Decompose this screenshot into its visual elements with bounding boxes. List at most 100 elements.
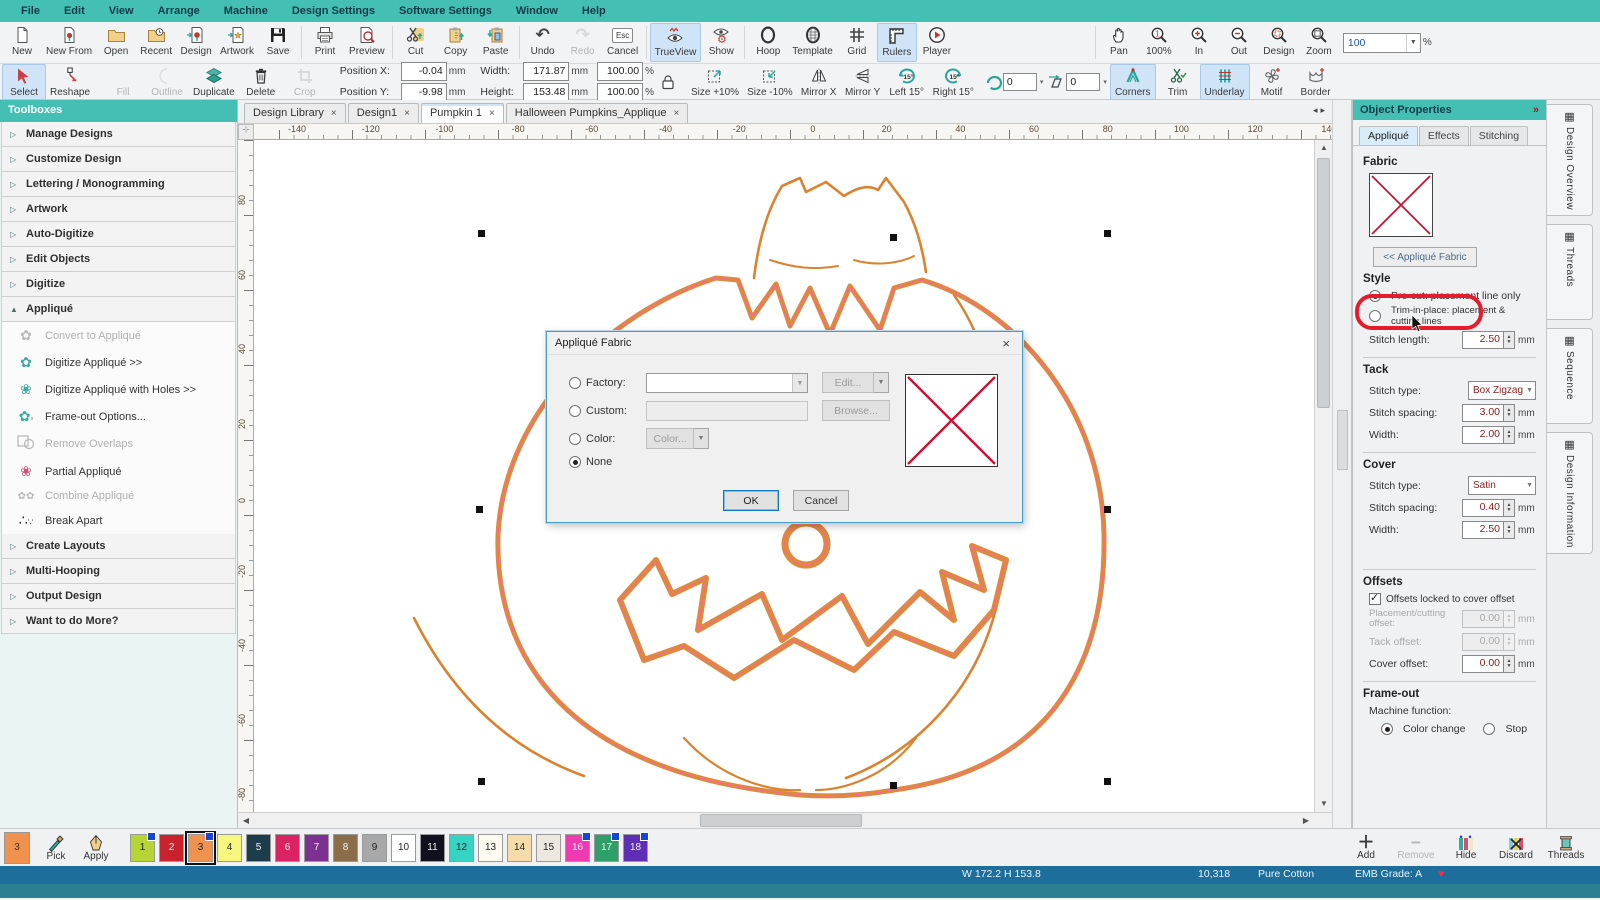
underlay-toggle[interactable]: Underlay xyxy=(1200,64,1250,100)
close-tab-icon[interactable]: × xyxy=(673,108,679,119)
cancel-button[interactable]: Esc Cancel xyxy=(603,23,643,62)
scroll-left-icon[interactable]: ◀ xyxy=(238,813,254,828)
thread-color-swatch[interactable]: 4 xyxy=(217,834,242,862)
cover-offset-field[interactable]: 0.00 xyxy=(1462,655,1504,673)
thread-color-swatch[interactable]: 11 xyxy=(420,834,445,862)
close-tab-icon[interactable]: × xyxy=(331,108,337,119)
thread-color-swatch[interactable]: 9 xyxy=(362,834,387,862)
mirror-x-button[interactable]: Mirror X xyxy=(797,65,841,99)
menu-item[interactable]: Machine xyxy=(213,2,279,20)
sidebar-item-output-design[interactable]: ▷Output Design xyxy=(1,584,236,609)
cover-spacing-field[interactable]: 0.40 xyxy=(1462,499,1504,517)
design-canvas[interactable]: 806040200-20-40-60-80 xyxy=(238,140,1332,812)
selection-handle[interactable] xyxy=(478,778,485,785)
sidebar-item-lettering[interactable]: ▷Lettering / Monogramming xyxy=(1,172,236,197)
selection-handle[interactable] xyxy=(890,234,897,241)
tool-digitize-applique-holes[interactable]: ❀Digitize Appliqué with Holes >> xyxy=(1,376,236,403)
close-tab-icon[interactable]: × xyxy=(489,108,495,119)
height-field[interactable] xyxy=(523,83,569,102)
sidebar-item-applique[interactable]: ▲Appliqué xyxy=(1,297,236,322)
zoom-100-button[interactable]: 1 100% xyxy=(1139,23,1179,62)
tack-stitch-type-select[interactable]: Box Zigzag▼ xyxy=(1468,381,1536,400)
sidebar-item-auto-digitize[interactable]: ▷Auto-Digitize xyxy=(1,222,236,247)
selection-handle[interactable] xyxy=(1104,230,1111,237)
width-field[interactable] xyxy=(523,62,569,81)
discard-colors-button[interactable]: Discard xyxy=(1492,835,1540,861)
spinner-icon[interactable]: ▲▼ xyxy=(1504,404,1515,422)
menu-item[interactable]: Edit xyxy=(53,2,96,20)
trim-in-place-radio[interactable] xyxy=(1369,310,1381,322)
motif-toggle[interactable]: Motif xyxy=(1250,65,1294,99)
scale-y-field[interactable] xyxy=(597,83,643,102)
tab-effects[interactable]: Effects xyxy=(1419,126,1469,145)
thread-color-swatch[interactable]: 6 xyxy=(275,834,300,862)
factory-fabric-combo[interactable]: ▼ xyxy=(646,373,808,393)
edit-dropdown-icon[interactable]: ▼ xyxy=(874,372,889,393)
size-up-button[interactable]: Size +10% xyxy=(687,65,743,99)
docked-tab[interactable]: ▦ Design Overview xyxy=(1547,104,1593,216)
selection-handle[interactable] xyxy=(476,506,483,513)
menu-item[interactable]: File xyxy=(10,2,51,20)
scroll-right-icon[interactable]: ▶ xyxy=(1298,813,1314,828)
hoop-toggle[interactable]: Hoop xyxy=(748,23,788,62)
cancel-button[interactable]: Cancel xyxy=(793,490,849,511)
none-radio[interactable] xyxy=(569,456,581,468)
thread-color-swatch[interactable]: 13 xyxy=(478,834,503,862)
tab-applique[interactable]: Appliqué xyxy=(1359,126,1418,145)
horizontal-scroll-thumb[interactable] xyxy=(700,814,862,827)
reshape-tool[interactable]: Reshape xyxy=(46,65,94,99)
thread-color-swatch[interactable]: 16 xyxy=(565,834,590,862)
splitter-handle[interactable] xyxy=(1337,410,1348,470)
ok-button[interactable]: OK xyxy=(723,490,779,511)
ruler-origin-box[interactable]: ⊹ xyxy=(238,124,254,140)
tool-partial-applique[interactable]: ❀Partial Appliqué xyxy=(1,458,236,485)
thread-color-swatch[interactable]: 5 xyxy=(246,834,271,862)
new-button[interactable]: New xyxy=(2,23,42,62)
vertical-scroll-thumb[interactable] xyxy=(1317,158,1330,408)
color-change-radio[interactable] xyxy=(1381,723,1393,735)
spinner-icon[interactable]: ▲▼ xyxy=(1504,499,1515,517)
document-tab[interactable]: Design1 × xyxy=(348,103,419,123)
tool-frame-out-options[interactable]: ✿▫Frame-out Options... xyxy=(1,403,236,430)
menu-item[interactable]: Help xyxy=(571,2,617,20)
thread-color-swatch[interactable]: 14 xyxy=(507,834,532,862)
zoom-box-button[interactable]: Zoom xyxy=(1299,23,1339,62)
menu-item[interactable]: Window xyxy=(505,2,569,20)
collapse-panel-icon[interactable]: » xyxy=(1533,104,1539,116)
thread-color-swatch[interactable]: 2 xyxy=(159,834,184,862)
document-tab[interactable]: Halloween Pumpkins_Applique × xyxy=(506,103,689,123)
zoom-in-button[interactable]: In xyxy=(1179,23,1219,62)
sidebar-item-create-layouts[interactable]: ▷Create Layouts xyxy=(1,534,236,559)
rotate-right-15-button[interactable]: 15° Right 15° xyxy=(929,65,978,99)
select-tool[interactable]: Select xyxy=(2,64,46,100)
skew-angle-field[interactable] xyxy=(1066,73,1100,91)
selection-handle[interactable] xyxy=(1104,506,1111,513)
sidebar-item-customize-design[interactable]: ▷Customize Design xyxy=(1,147,236,172)
panel-splitter-strip[interactable] xyxy=(1332,100,1352,828)
docked-tab[interactable]: ▦ Sequence xyxy=(1547,328,1593,424)
hide-colors-button[interactable]: Hide xyxy=(1442,835,1490,861)
sidebar-item-manage-designs[interactable]: ▷Manage Designs xyxy=(1,122,236,147)
trim-toggle[interactable]: Trim xyxy=(1156,65,1200,99)
custom-radio[interactable] xyxy=(569,405,581,417)
spinner-icon[interactable]: ▲▼ xyxy=(1504,655,1515,673)
add-color-button[interactable]: ＋ Add xyxy=(1342,835,1390,861)
player-button[interactable]: Player xyxy=(917,23,957,62)
size-down-button[interactable]: Size -10% xyxy=(743,65,797,99)
new-from-button[interactable]: New From xyxy=(42,23,96,62)
selection-handle[interactable] xyxy=(478,230,485,237)
thread-color-swatch[interactable]: 12 xyxy=(449,834,474,862)
position-y-field[interactable] xyxy=(401,83,447,102)
menu-item[interactable]: Arrange xyxy=(147,2,211,20)
rotate-left-15-button[interactable]: 15° Left 15° xyxy=(885,65,929,99)
rotate-angle-field[interactable] xyxy=(1003,73,1037,91)
applique-fabric-button[interactable]: << Appliqué Fabric xyxy=(1373,247,1477,267)
artwork-window-button[interactable]: Artwork xyxy=(216,23,258,62)
spinner-icon[interactable]: ▲▼ xyxy=(1504,426,1515,444)
chevron-down-icon[interactable]: ▼ xyxy=(792,374,807,392)
sidebar-item-artwork[interactable]: ▷Artwork xyxy=(1,197,236,222)
border-toggle[interactable]: Border xyxy=(1294,65,1338,99)
threads-button[interactable]: Threads xyxy=(1542,835,1590,861)
document-tab[interactable]: Pumpkin 1 × xyxy=(421,103,504,123)
spinner-icon[interactable]: ▲▼ xyxy=(1504,521,1515,539)
